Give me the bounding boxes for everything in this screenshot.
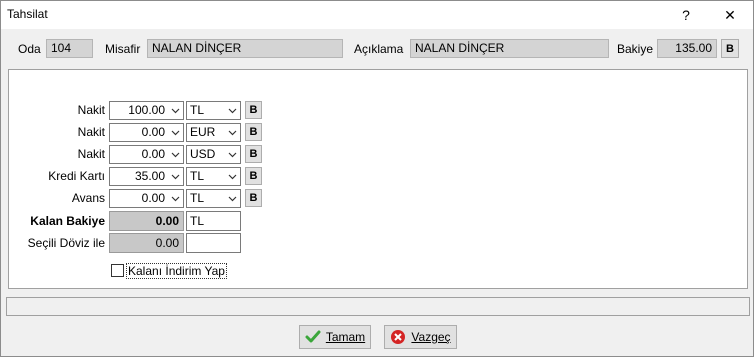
bakiye-field: 135.00 — [657, 39, 717, 58]
chevron-down-icon — [171, 108, 180, 114]
payment-label-nakit-eur: Nakit — [77, 125, 105, 139]
currency-combo-nakit-tl[interactable]: TL — [186, 101, 241, 120]
aciklama-label: Açıklama — [354, 42, 404, 56]
window-title: Tahsilat — [7, 7, 48, 21]
b-button-kredi-karti[interactable]: B — [245, 167, 262, 185]
currency-combo-nakit-usd[interactable]: USD — [186, 145, 241, 164]
bakiye-b-button[interactable]: B — [721, 39, 739, 58]
chevron-down-icon — [171, 130, 180, 136]
payment-label-kredi-karti: Kredi Kartı — [48, 169, 105, 183]
chevron-down-icon — [171, 174, 180, 180]
chevron-down-icon — [228, 152, 237, 158]
b-button-nakit-eur[interactable]: B — [245, 123, 262, 141]
b-button-nakit-tl[interactable]: B — [245, 101, 262, 119]
close-button[interactable]: ✕ — [715, 4, 745, 26]
b-button-nakit-usd[interactable]: B — [245, 145, 262, 163]
cancel-x-icon — [391, 330, 406, 344]
payment-label-avans: Avans — [71, 191, 105, 205]
payment-label-nakit-tl: Nakit — [77, 103, 105, 117]
tamam-label: Tamam — [325, 330, 366, 344]
tamam-button[interactable]: Tamam — [299, 325, 371, 349]
secili-doviz-currency[interactable] — [186, 233, 241, 253]
indirim-checkbox-label[interactable]: Kalanı İndirim Yap — [126, 263, 227, 279]
tahsilat-dialog: Tahsilat ? ✕ Oda 104 Misafir NALAN DİNÇE… — [0, 0, 754, 357]
amount-combo-avans[interactable]: 0.00 — [109, 189, 184, 208]
b-button-avans[interactable]: B — [245, 189, 262, 207]
oda-field: 104 — [46, 39, 93, 58]
chevron-down-icon — [228, 174, 237, 180]
currency-combo-avans[interactable]: TL — [186, 189, 241, 208]
amount-combo-nakit-tl[interactable]: 100.00 — [109, 101, 184, 120]
chevron-down-icon — [228, 108, 237, 114]
kalan-bakiye-label: Kalan Bakiye — [30, 214, 105, 228]
vazgec-label: Vazgeç — [411, 330, 451, 344]
title-bar: Tahsilat ? ✕ — [1, 1, 753, 29]
secili-doviz-value: 0.00 — [109, 233, 184, 253]
vazgec-button[interactable]: Vazgeç — [384, 325, 457, 349]
chevron-down-icon — [171, 152, 180, 158]
kalan-bakiye-value: 0.00 — [109, 211, 184, 231]
misafir-field: NALAN DİNÇER — [147, 39, 343, 58]
misafir-label: Misafir — [105, 42, 141, 56]
payment-panel: Nakit 100.00 TL B Nakit 0.00 EUR B Nakit… — [8, 69, 748, 289]
amount-combo-nakit-usd[interactable]: 0.00 — [109, 145, 184, 164]
chevron-down-icon — [228, 130, 237, 136]
currency-combo-nakit-eur[interactable]: EUR — [186, 123, 241, 142]
oda-label: Oda — [18, 42, 41, 56]
status-bar — [6, 297, 750, 316]
amount-combo-nakit-eur[interactable]: 0.00 — [109, 123, 184, 142]
bakiye-label: Bakiye — [617, 42, 654, 56]
help-button[interactable]: ? — [671, 4, 701, 26]
currency-combo-kredi-karti[interactable]: TL — [186, 167, 241, 186]
chevron-down-icon — [228, 196, 237, 202]
kalan-bakiye-currency: TL — [186, 211, 241, 231]
indirim-checkbox[interactable] — [111, 264, 124, 277]
payment-label-nakit-usd: Nakit — [77, 147, 105, 161]
chevron-down-icon — [171, 196, 180, 202]
check-icon — [305, 330, 321, 343]
secili-doviz-label: Seçili Döviz ile — [27, 236, 105, 250]
amount-combo-kredi-karti[interactable]: 35.00 — [109, 167, 184, 186]
aciklama-field: NALAN DİNÇER — [410, 39, 609, 58]
